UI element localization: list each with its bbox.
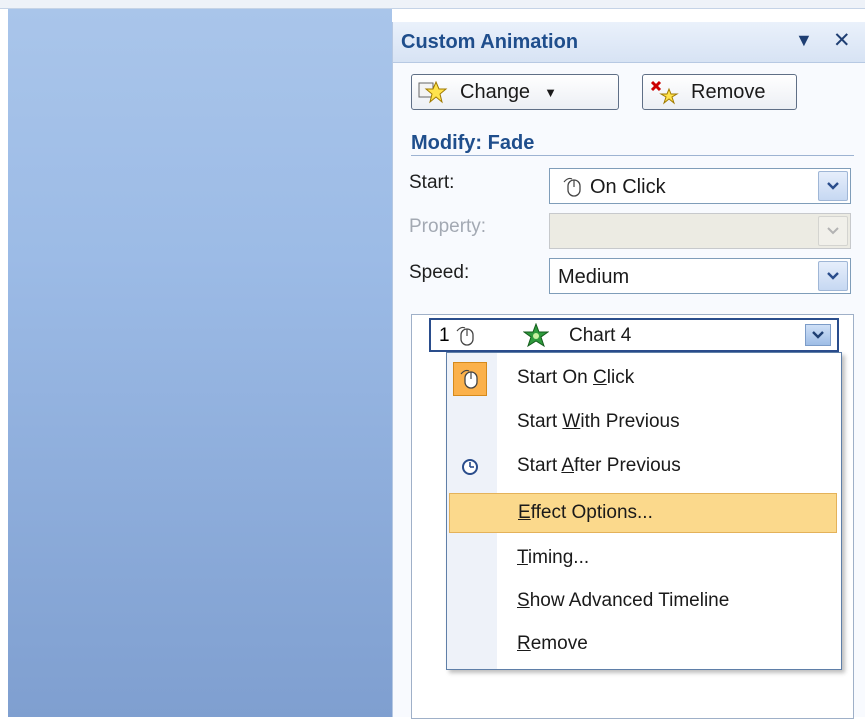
- mouse-click-icon: [453, 362, 487, 396]
- top-strip: [0, 0, 865, 9]
- menu-item-label: Remove: [517, 633, 588, 654]
- menu-item-effect-options[interactable]: Effect Options...: [449, 493, 837, 533]
- mouse-click-icon: [563, 177, 581, 197]
- item-order-number: 1: [439, 325, 450, 346]
- speed-combo[interactable]: Medium: [549, 258, 851, 294]
- slide-area[interactable]: [8, 9, 392, 717]
- menu-item-label: Start With Previous: [517, 411, 680, 432]
- mouse-click-icon: [456, 326, 474, 346]
- item-label: Chart 4: [569, 325, 632, 346]
- property-label: Property:: [409, 216, 487, 237]
- speed-combo-value: Medium: [558, 266, 630, 288]
- window-edge: [0, 9, 8, 717]
- start-combo[interactable]: On Click: [549, 168, 851, 204]
- chevron-down-icon: [818, 171, 848, 201]
- entrance-effect-star-icon: [523, 323, 549, 348]
- chevron-down-icon: ▼: [544, 84, 557, 100]
- change-button[interactable]: Change ▼: [411, 74, 619, 110]
- section-divider: [411, 155, 854, 156]
- chevron-down-icon[interactable]: [805, 324, 831, 346]
- modify-section-title: Modify: Fade: [411, 132, 535, 154]
- menu-item-label: Start On Click: [517, 367, 635, 388]
- speed-label: Speed:: [409, 262, 470, 283]
- pane-header: Custom Animation ▼ ✕: [393, 22, 865, 63]
- change-button-label: Change: [460, 80, 531, 103]
- remove-effect-icon: [650, 80, 679, 105]
- menu-item-start-after-previous[interactable]: Start After Previous: [449, 447, 837, 487]
- chevron-down-icon: [818, 261, 848, 291]
- animation-list-item[interactable]: 1 Chart 4: [429, 318, 839, 352]
- menu-item-show-advanced-timeline[interactable]: Show Advanced Timeline: [449, 582, 837, 622]
- pane-menu-arrow-icon[interactable]: ▼: [795, 30, 813, 51]
- remove-button-label: Remove: [691, 80, 766, 103]
- add-effect-star-icon: [418, 80, 448, 104]
- chevron-down-icon: [818, 216, 848, 246]
- menu-item-label: Effect Options...: [518, 502, 653, 523]
- menu-item-label: Timing...: [517, 547, 590, 568]
- start-combo-value: On Click: [590, 176, 666, 198]
- menu-item-start-on-click[interactable]: Start On Click: [449, 359, 837, 399]
- start-label: Start:: [409, 172, 455, 193]
- menu-item-start-with-previous[interactable]: Start With Previous: [449, 403, 837, 443]
- pane-title: Custom Animation: [401, 31, 579, 53]
- menu-item-label: Show Advanced Timeline: [517, 590, 730, 611]
- close-icon[interactable]: ✕: [833, 28, 851, 53]
- remove-button[interactable]: Remove: [642, 74, 797, 110]
- custom-animation-pane: Custom Animation ▼ ✕ Change ▼ Remove Mod…: [392, 22, 865, 719]
- menu-item-timing[interactable]: Timing...: [449, 539, 837, 579]
- menu-item-remove[interactable]: Remove: [449, 625, 837, 665]
- clock-icon: [453, 450, 487, 484]
- item-context-menu: Start On Click Start With Previous Start…: [446, 352, 842, 670]
- property-combo: [549, 213, 851, 249]
- menu-item-label: Start After Previous: [517, 455, 681, 476]
